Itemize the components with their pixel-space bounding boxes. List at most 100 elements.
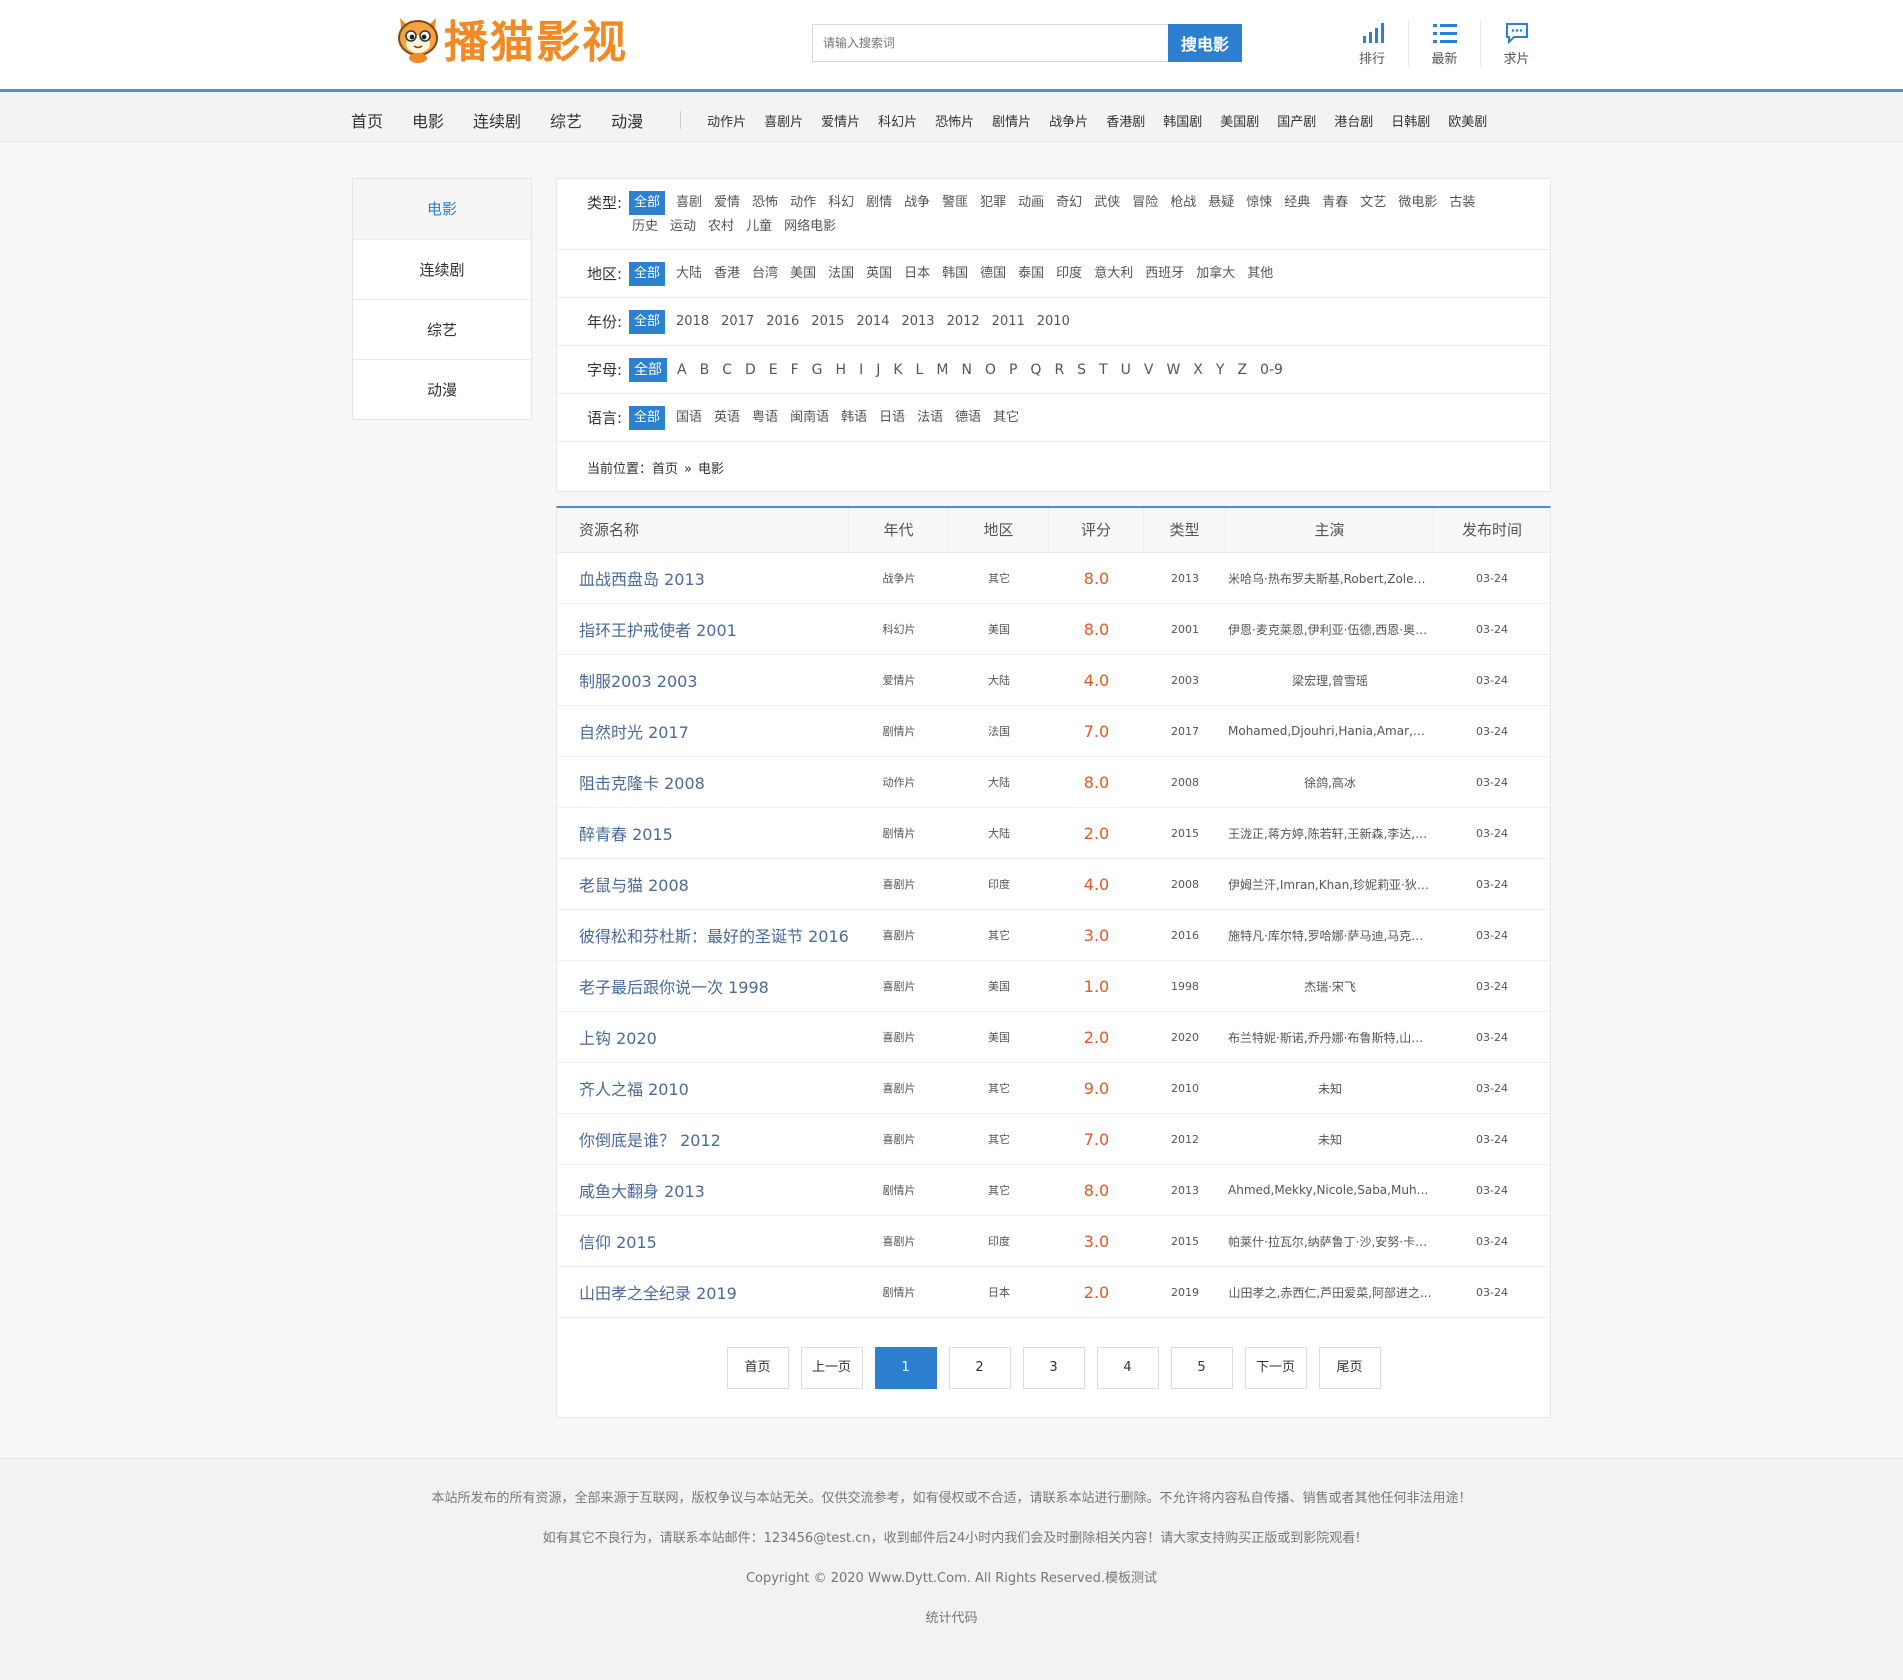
filter-option[interactable]: 2012 [944,310,983,334]
filter-option[interactable]: 儿童 [743,215,775,239]
filter-option[interactable]: 闽南语 [787,406,832,430]
sub-nav-item[interactable]: 恐怖片 [935,111,974,130]
header-nav-rank[interactable]: 排行 [1336,20,1408,67]
site-logo[interactable]: 播猫影视 [394,8,628,68]
filter-option[interactable]: 喜剧 [673,191,705,215]
filter-option[interactable]: M [933,358,951,382]
filter-option[interactable]: 德国 [977,262,1009,286]
search-input[interactable] [812,24,1168,62]
filter-option[interactable]: 韩国 [939,262,971,286]
side-nav-variety[interactable]: 综艺 [353,299,531,359]
filter-option[interactable]: X [1190,358,1206,382]
row-title-link[interactable]: 血战西盘岛 2013 [557,566,849,590]
filter-option[interactable]: 剧情 [863,191,895,215]
filter-option[interactable]: T [1096,358,1111,382]
pager-page[interactable]: 2 [948,1347,1011,1389]
filter-option[interactable]: 文艺 [1357,191,1389,215]
filter-option[interactable]: 泰国 [1015,262,1047,286]
sub-nav-item[interactable]: 日韩剧 [1391,111,1430,130]
row-title-link[interactable]: 醉青春 2015 [557,821,849,845]
filter-option[interactable]: 犯罪 [977,191,1009,215]
pager-prev[interactable]: 上一页 [800,1347,863,1389]
sub-nav-item[interactable]: 欧美剧 [1448,111,1487,130]
sub-nav-item[interactable]: 喜剧片 [764,111,803,130]
filter-option[interactable]: 香港 [711,262,743,286]
filter-option[interactable]: 2011 [989,310,1028,334]
filter-option[interactable]: 奇幻 [1053,191,1085,215]
filter-option[interactable]: 日语 [876,406,908,430]
sub-nav-item[interactable]: 动作片 [707,111,746,130]
filter-option[interactable]: 德语 [952,406,984,430]
filter-option-selected[interactable]: 全部 [629,358,667,382]
filter-option-selected[interactable]: 全部 [629,406,666,430]
filter-option[interactable]: O [982,358,999,382]
row-title-link[interactable]: 彼得松和芬杜斯：最好的圣诞节 2016 [557,923,849,947]
row-title-link[interactable]: 咸鱼大翻身 2013 [557,1178,849,1202]
filter-option[interactable]: 2014 [853,310,892,334]
filter-option[interactable]: 武侠 [1091,191,1123,215]
filter-option[interactable]: 战争 [901,191,933,215]
filter-option[interactable]: 运动 [667,215,699,239]
filter-option[interactable]: 日本 [901,262,933,286]
filter-option[interactable]: I [856,358,866,382]
filter-option[interactable]: 青春 [1319,191,1351,215]
filter-option[interactable]: 2015 [808,310,847,334]
pager-page[interactable]: 5 [1170,1347,1233,1389]
filter-option-selected[interactable]: 全部 [629,310,666,334]
filter-option[interactable]: 2016 [763,310,802,334]
filter-option[interactable]: 大陆 [673,262,705,286]
row-title-link[interactable]: 指环王护戒使者 2001 [557,617,849,641]
filter-option[interactable]: 台湾 [749,262,781,286]
sub-nav-item[interactable]: 港台剧 [1334,111,1373,130]
filter-option[interactable]: 爱情 [711,191,743,215]
filter-option[interactable]: B [697,358,713,382]
filter-option[interactable]: 冒险 [1129,191,1161,215]
filter-option[interactable]: 历史 [629,215,661,239]
filter-option[interactable]: 意大利 [1091,262,1136,286]
filter-option[interactable]: L [913,358,927,382]
filter-option[interactable]: 英国 [863,262,895,286]
filter-option[interactable]: 网络电影 [781,215,839,239]
sub-nav-item[interactable]: 爱情片 [821,111,860,130]
sub-nav-item[interactable]: 剧情片 [992,111,1031,130]
filter-option[interactable]: J [873,358,883,382]
row-title-link[interactable]: 老子最后跟你说一次 1998 [557,974,849,998]
filter-option[interactable]: 恐怖 [749,191,781,215]
sub-nav-item[interactable]: 科幻片 [878,111,917,130]
filter-option[interactable]: 西班牙 [1142,262,1187,286]
filter-option[interactable]: 2013 [898,310,937,334]
filter-option[interactable]: 英语 [711,406,743,430]
filter-option[interactable]: V [1141,358,1157,382]
filter-option[interactable]: F [788,358,802,382]
main-nav-item[interactable]: 综艺 [550,108,582,132]
filter-option[interactable]: 动画 [1015,191,1047,215]
filter-option[interactable]: 0-9 [1257,358,1286,382]
filter-option[interactable]: N [958,358,974,382]
pager-page[interactable]: 4 [1096,1347,1159,1389]
filter-option[interactable]: Y [1213,358,1228,382]
filter-option[interactable]: 其它 [990,406,1022,430]
filter-option[interactable]: 悬疑 [1205,191,1237,215]
main-nav-item[interactable]: 动漫 [611,108,643,132]
filter-option[interactable]: Z [1234,358,1250,382]
main-nav-item[interactable]: 首页 [351,108,383,132]
filter-option[interactable]: G [809,358,826,382]
row-title-link[interactable]: 山田孝之全纪录 2019 [557,1280,849,1304]
filter-option[interactable]: K [890,358,905,382]
pager-first[interactable]: 首页 [726,1347,789,1389]
filter-option-selected[interactable]: 全部 [629,191,666,215]
filter-option[interactable]: 法国 [825,262,857,286]
pager-page-current[interactable]: 1 [874,1347,937,1389]
filter-option-selected[interactable]: 全部 [629,262,666,286]
row-title-link[interactable]: 自然时光 2017 [557,719,849,743]
filter-option[interactable]: 警匪 [939,191,971,215]
row-title-link[interactable]: 制服2003 2003 [557,668,849,692]
filter-option[interactable]: 美国 [787,262,819,286]
filter-option[interactable]: Q [1027,358,1044,382]
side-nav-movie[interactable]: 电影 [353,179,531,239]
row-title-link[interactable]: 上钩 2020 [557,1025,849,1049]
filter-option[interactable]: 2018 [673,310,712,334]
filter-option[interactable]: 微电影 [1395,191,1440,215]
filter-option[interactable]: 农村 [705,215,737,239]
filter-option[interactable]: S [1074,358,1089,382]
